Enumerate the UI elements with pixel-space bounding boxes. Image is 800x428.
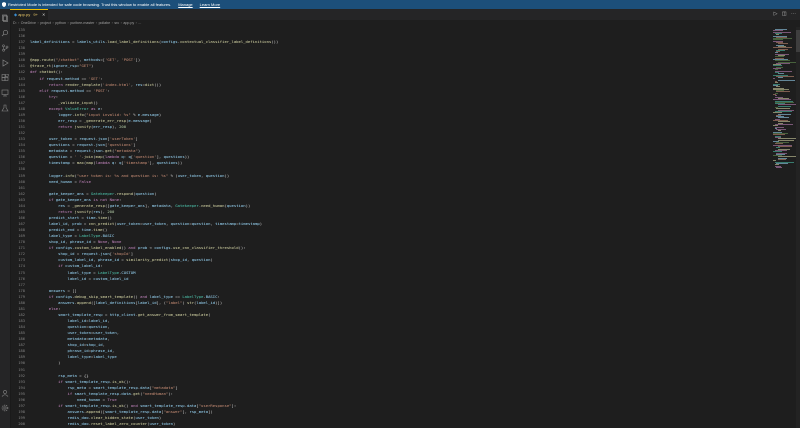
breadcrumb-separator: › bbox=[52, 21, 54, 25]
tab-problem-count: 9+ bbox=[33, 12, 38, 17]
run-debug-icon[interactable] bbox=[1, 59, 9, 67]
vertical-scrollbar[interactable] bbox=[796, 27, 800, 428]
search-icon[interactable] bbox=[1, 29, 9, 37]
tab-label: app.py bbox=[18, 12, 31, 17]
minimap-line bbox=[777, 139, 794, 141]
close-icon[interactable]: ✕ bbox=[42, 12, 45, 17]
editor-actions: ▷ ◫ ⋯ bbox=[771, 11, 796, 17]
breadcrumb: D: › OneDrive › project › python › puribee-maste… bbox=[10, 20, 800, 26]
minimap-line bbox=[773, 78, 776, 80]
breadcrumb-separator: › bbox=[37, 21, 39, 25]
learn-more-link[interactable]: Learn More bbox=[200, 2, 220, 7]
split-editor-icon[interactable]: ◫ bbox=[782, 11, 787, 17]
line-number-gutter: 135 136 137 138 139 140 141 142 143 144 145 146 147 1… bbox=[10, 27, 25, 427]
breadcrumb-item[interactable]: D: bbox=[13, 21, 17, 25]
breadcrumb-item[interactable]: project bbox=[40, 21, 51, 25]
code-editor[interactable]: 135 136 137 138 139 140 141 142 143 144 145 146 147 1… bbox=[10, 27, 772, 428]
minimap-line bbox=[777, 79, 795, 81]
source-control-icon[interactable] bbox=[1, 44, 9, 52]
manage-link[interactable]: Manage bbox=[178, 2, 192, 7]
breadcrumb-item[interactable]: pollabe bbox=[99, 21, 111, 25]
code-area[interactable]: label_definitions = labels_utils.load_la… bbox=[30, 27, 770, 427]
breadcrumb-item[interactable]: src bbox=[114, 21, 119, 25]
line-number: 200 bbox=[18, 422, 25, 427]
breadcrumb-item[interactable]: python bbox=[55, 21, 66, 25]
run-icon[interactable]: ▷ bbox=[774, 11, 778, 17]
breadcrumb-item[interactable]: app.py bbox=[123, 21, 134, 25]
settings-gear-icon[interactable] bbox=[1, 404, 9, 412]
account-icon[interactable] bbox=[1, 389, 9, 397]
breadcrumb-separator: › bbox=[18, 21, 20, 25]
breadcrumb-separator: › bbox=[95, 21, 98, 25]
minimap-line bbox=[777, 77, 783, 79]
more-actions-icon[interactable]: ⋯ bbox=[791, 11, 796, 17]
breadcrumb-item[interactable]: OneDrive bbox=[21, 21, 36, 25]
explorer-icon[interactable] bbox=[1, 14, 9, 22]
scrollbar-thumb[interactable] bbox=[796, 30, 800, 52]
breadcrumb-separator: › bbox=[111, 21, 113, 25]
minimap-line bbox=[776, 91, 790, 93]
testing-icon[interactable] bbox=[1, 104, 9, 112]
minimap-line bbox=[777, 159, 786, 160]
extensions-icon[interactable] bbox=[1, 74, 9, 82]
breadcrumb-separator: › bbox=[67, 21, 69, 25]
editor-tab-bar: ◆ app.py 9+ ✕ ▷ ◫ ⋯ bbox=[10, 9, 800, 20]
minimap-line bbox=[777, 105, 791, 107]
tab-app-py[interactable]: ◆ app.py 9+ ✕ bbox=[10, 9, 48, 20]
breadcrumb-separator: › bbox=[135, 21, 137, 25]
restricted-mode-banner: Restricted Mode is intended for safe cod… bbox=[0, 0, 800, 9]
breadcrumb-separator: › bbox=[120, 21, 122, 25]
python-file-icon: ◆ bbox=[14, 12, 18, 17]
banner-message: Restricted Mode is intended for safe cod… bbox=[8, 2, 172, 7]
breadcrumb-item[interactable]: puribee-master bbox=[70, 21, 94, 25]
breadcrumb-item[interactable]: ... bbox=[138, 21, 141, 25]
code-line[interactable]: redis_dao.reset_label_zero_counter(user_… bbox=[30, 421, 770, 427]
shield-icon bbox=[2, 2, 6, 7]
minimap-line bbox=[776, 166, 782, 168]
remote-icon[interactable] bbox=[1, 89, 9, 97]
